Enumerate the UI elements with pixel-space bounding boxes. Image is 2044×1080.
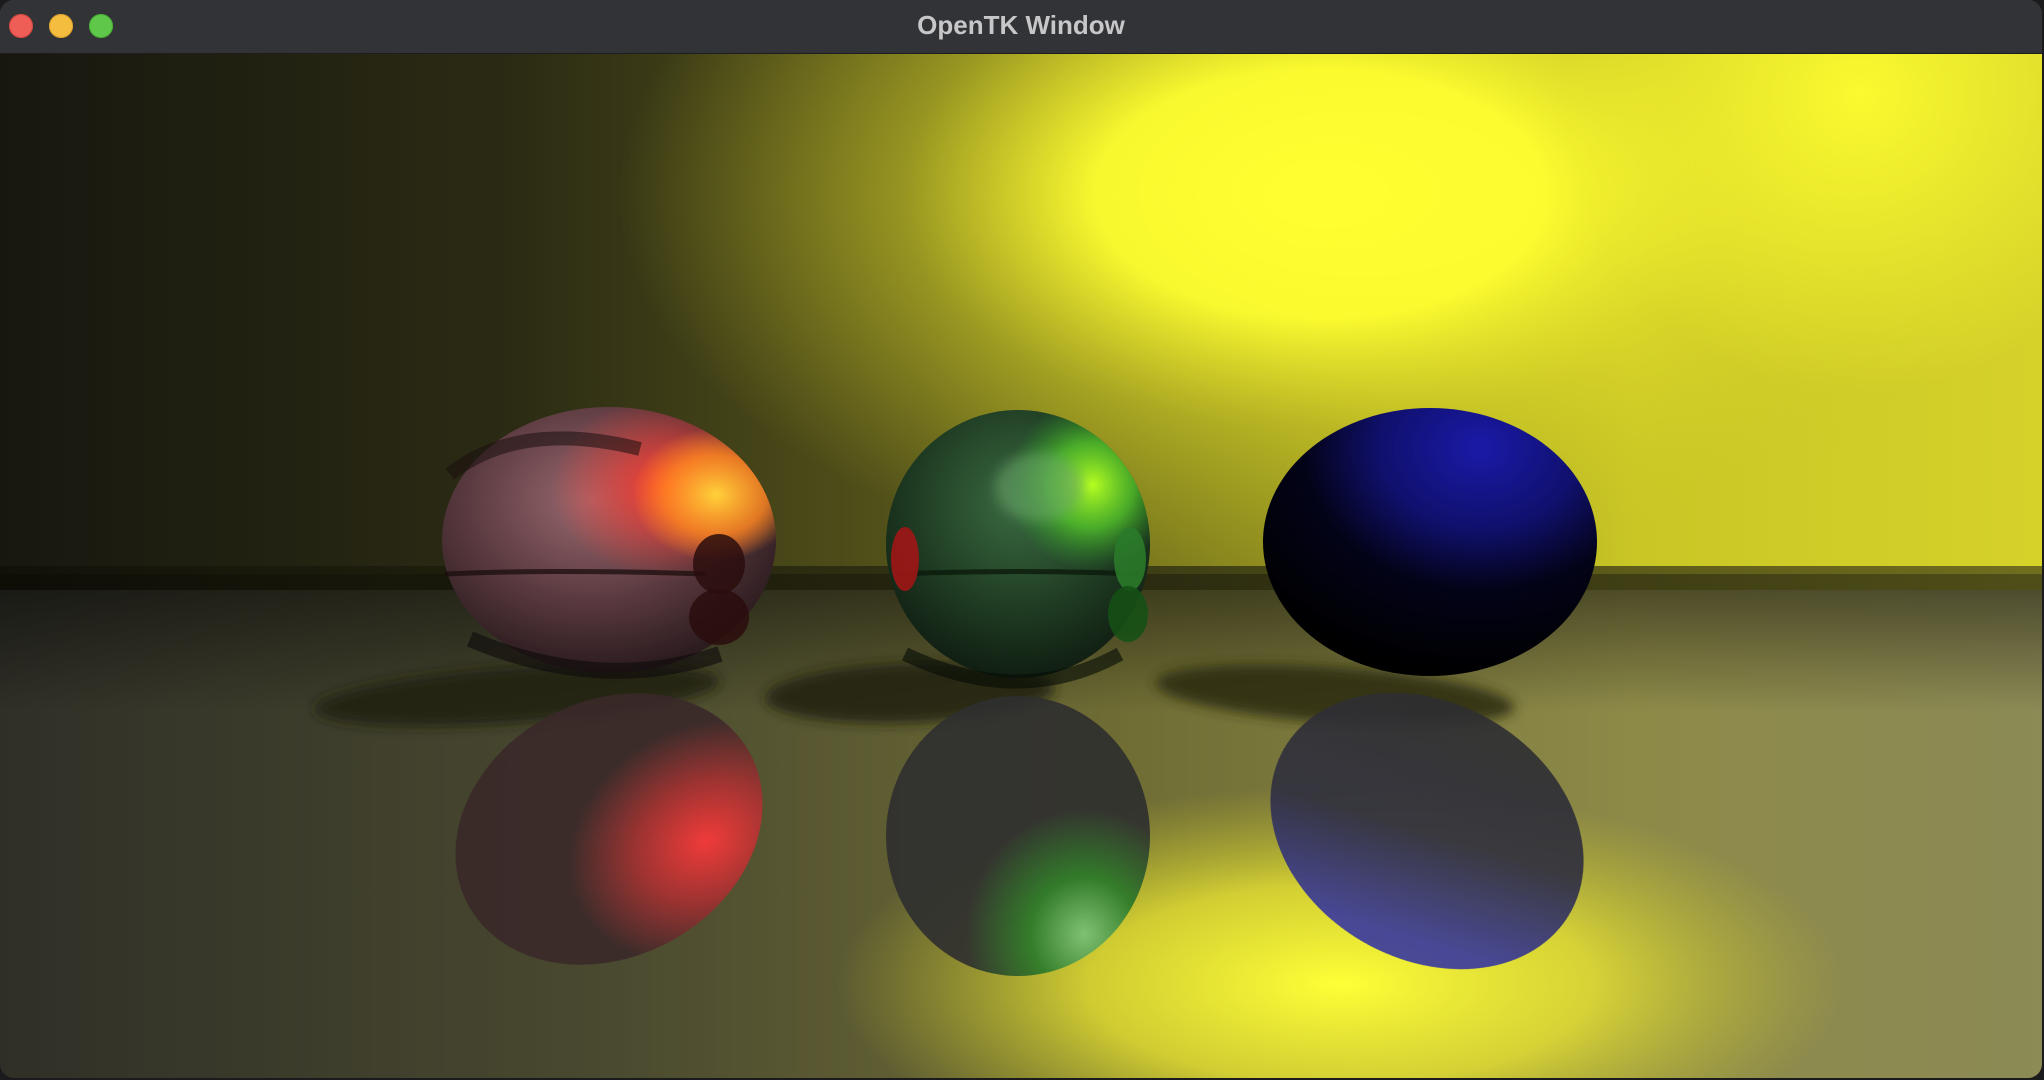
green-sphere-reflection <box>886 696 1150 976</box>
title-bar[interactable]: OpenTK Window <box>0 0 2042 54</box>
blue-sphere <box>1263 408 1597 676</box>
render-viewport[interactable] <box>0 54 2042 1078</box>
app-window: OpenTK Window <box>0 0 2042 1078</box>
window-title: OpenTK Window <box>917 10 1125 40</box>
red-sphere <box>442 407 776 679</box>
raytraced-scene <box>0 54 2042 1078</box>
